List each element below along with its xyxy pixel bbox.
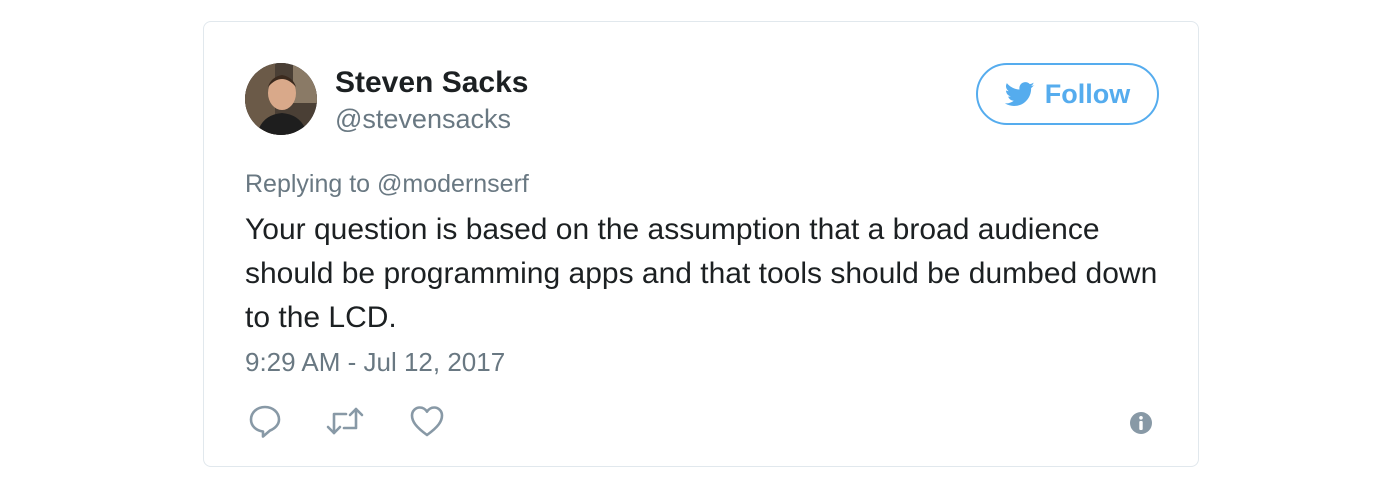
reply-button[interactable] <box>245 403 285 443</box>
heart-icon <box>409 404 445 443</box>
replying-to-line: Replying to @modernserf <box>245 170 529 199</box>
tweet-card: Steven Sacks @stevensacks Follow Replyin… <box>203 21 1199 467</box>
replying-prefix: Replying to <box>245 170 378 198</box>
reply-icon <box>247 403 283 444</box>
replying-to-handle[interactable]: @modernserf <box>377 170 529 198</box>
follow-label: Follow <box>1044 78 1131 109</box>
author-handle[interactable]: @stevensacks <box>335 104 511 135</box>
tweet-text: Your question is based on the assumption… <box>245 213 1158 334</box>
info-icon[interactable] <box>1129 411 1153 435</box>
follow-button[interactable]: Follow <box>976 63 1159 125</box>
like-button[interactable] <box>407 403 447 443</box>
avatar[interactable] <box>245 63 317 135</box>
author-name[interactable]: Steven Sacks <box>335 66 528 100</box>
tweet-timestamp[interactable]: 9:29 AM - Jul 12, 2017 <box>245 347 505 378</box>
retweet-button[interactable] <box>325 403 365 443</box>
twitter-bird-icon <box>1004 81 1035 107</box>
retweet-icon <box>325 405 365 442</box>
